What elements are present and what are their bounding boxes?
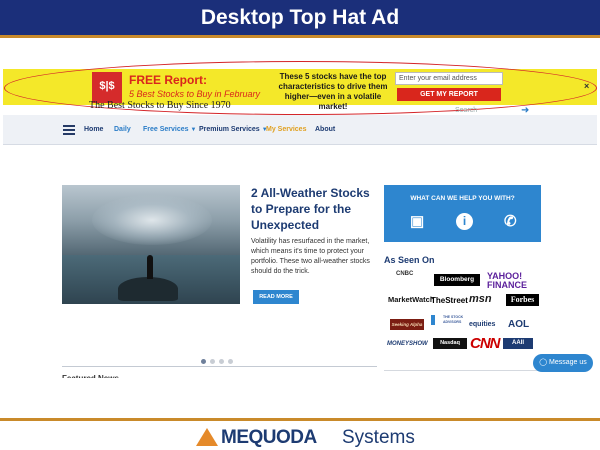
message-us-label: Message us xyxy=(549,359,587,366)
as-seen-on-title: As Seen On xyxy=(384,255,435,265)
bloomberg-logo: Bloomberg xyxy=(434,274,480,286)
yahoo-finance-logo: YAHOO! FINANCE xyxy=(487,272,531,290)
nav-label: Free Services xyxy=(143,126,189,133)
logo-text: YAHOO! FINANCE xyxy=(487,271,527,290)
forbes-logo: Forbes xyxy=(506,294,539,306)
logo-text: AOL xyxy=(508,319,530,330)
help-title: WHAT CAN WE HELP YOU WITH? xyxy=(410,195,515,202)
website-screenshot: $|$ FREE Report: 5 Best Stocks to Buy in… xyxy=(3,49,597,382)
site-tagline: The Best Stocks to Buy Since 1970 xyxy=(89,100,231,111)
phone-icon[interactable]: ✆ xyxy=(504,212,517,230)
logo-text: Seeking Alpha xyxy=(391,322,423,327)
main-nav: Home Daily Free Services ▼ Premium Servic… xyxy=(3,115,597,145)
article-image[interactable] xyxy=(62,185,240,304)
nav-item-free-services[interactable]: Free Services ▼ xyxy=(143,126,197,133)
logo-text: Bloomberg xyxy=(439,276,475,283)
menu-icon[interactable] xyxy=(63,125,75,135)
logo-text: Nasdaq xyxy=(440,340,460,346)
divider xyxy=(62,366,377,367)
thestreet-logo: TheStreet xyxy=(431,296,468,305)
article-summary: Volatility has resurfaced in the market,… xyxy=(251,238,370,275)
aol-logo: AOL xyxy=(508,319,529,330)
msn-logo: msn xyxy=(469,293,492,305)
nav-label: Home xyxy=(84,126,104,133)
logo-text: AAII xyxy=(512,340,524,346)
slide: Desktop Top Hat Ad $|$ FREE Report: 5 Be… xyxy=(0,0,600,450)
nav-label: Premium Services xyxy=(199,126,260,133)
read-more-button[interactable]: READ MORE xyxy=(253,290,299,304)
carousel-dot[interactable] xyxy=(219,359,224,364)
logo-text: msn xyxy=(469,293,492,305)
mequoda-systems-logo: MEQUODA Systems xyxy=(196,426,436,448)
logo-text: equities xyxy=(469,321,496,328)
message-us-button[interactable]: ◯ Message us xyxy=(533,354,593,372)
logo-text: THE STOCK ADVISORS xyxy=(443,315,464,324)
footer-rule xyxy=(0,418,600,421)
logo-text: TheStreet xyxy=(431,296,468,305)
stock-advisors-logo: THE STOCK ADVISORS xyxy=(431,315,465,325)
chat-icon[interactable]: ▣ xyxy=(410,212,424,230)
logo-text: MarketWatch xyxy=(388,295,435,304)
nav-label: Daily xyxy=(114,126,131,133)
carousel-dot[interactable] xyxy=(201,359,206,364)
logo-text: MONEYSHOW xyxy=(387,341,428,347)
nav-item-about[interactable]: About xyxy=(315,126,335,133)
help-box: WHAT CAN WE HELP YOU WITH? ▣ i ✆ xyxy=(384,185,541,242)
nav-label: My Services xyxy=(266,126,307,133)
footer-product: Systems xyxy=(342,427,415,448)
image-rock xyxy=(118,277,178,301)
seeking-alpha-logo: Seeking Alpha xyxy=(390,319,424,330)
article-title[interactable]: 2 All-Weather Stocks to Prepare for the … xyxy=(251,185,376,233)
image-cloud xyxy=(92,195,212,245)
nav-item-premium-services[interactable]: Premium Services ▼ xyxy=(199,126,268,133)
nav-item-home[interactable]: Home xyxy=(84,126,103,133)
nasdaq-logo: Nasdaq xyxy=(433,338,467,349)
marketwatch-logo: MarketWatch xyxy=(388,295,434,304)
cnbc-logo: CNBC xyxy=(396,271,413,277)
cnn-logo: CNN xyxy=(470,335,500,352)
section-heading: Featured News xyxy=(62,374,119,382)
slide-title: Desktop Top Hat Ad xyxy=(200,6,400,29)
footer-brand: MEQUODA xyxy=(221,427,317,448)
carousel-dot[interactable] xyxy=(210,359,215,364)
info-icon[interactable]: i xyxy=(456,213,473,230)
image-figure xyxy=(147,255,153,279)
logo-text: CNBC xyxy=(396,271,414,277)
caret-down-icon: ▼ xyxy=(190,127,197,133)
nav-item-my-services[interactable]: My Services xyxy=(266,126,306,133)
nav-label: About xyxy=(315,126,336,133)
aaii-logo: AAII xyxy=(503,338,533,349)
moneyshow-logo: MONEYSHOW xyxy=(387,341,428,347)
nav-item-daily[interactable]: Daily xyxy=(114,126,131,133)
logo-text: Forbes xyxy=(510,295,535,304)
mequoda-triangle-icon xyxy=(196,428,218,446)
equities-logo: equities xyxy=(469,321,495,328)
logo-text: CNN xyxy=(470,335,500,352)
divider xyxy=(384,370,541,371)
carousel-dot[interactable] xyxy=(228,359,233,364)
